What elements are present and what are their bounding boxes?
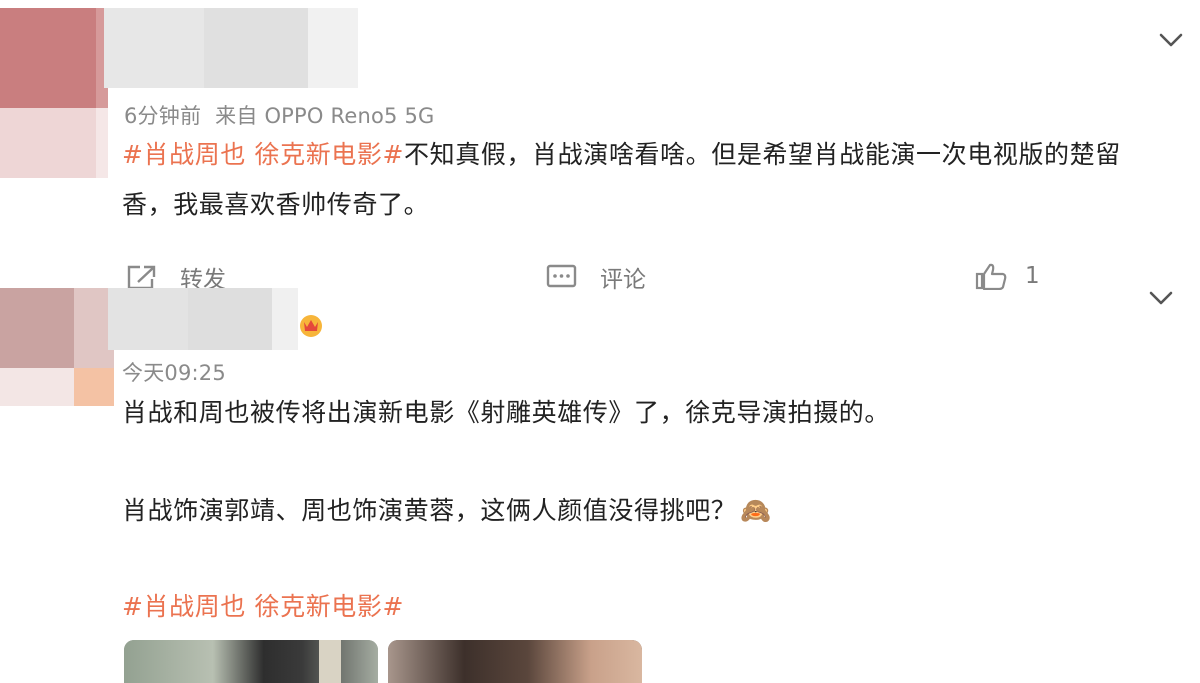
post-text-line-1: #肖战周也 徐克新电影#不知真假，肖战演啥看啥。但是希望肖战能演一次电视版的楚留 <box>122 130 1192 180</box>
username-blurred[interactable] <box>108 288 298 350</box>
comment-label: 评论 <box>600 267 646 293</box>
post-text-line-2: 肖战饰演郭靖、周也饰演黄蓉，这俩人颜值没得挑吧？ 🙈 <box>122 486 772 536</box>
post-text: #肖战周也 徐克新电影#不知真假，肖战演啥看啥。但是希望肖战能演一次电视版的楚留… <box>122 130 1192 230</box>
comment-icon <box>546 264 577 288</box>
crown-badge-icon <box>300 315 322 337</box>
chevron-down-icon[interactable] <box>1158 27 1184 53</box>
avatar[interactable] <box>0 8 108 178</box>
hashtag-link[interactable]: #肖战周也 徐克新电影# <box>122 582 404 632</box>
repost-icon <box>127 265 156 290</box>
chevron-down-icon[interactable] <box>1148 285 1174 311</box>
post-time: 6分钟前 <box>124 104 202 128</box>
thumbs-up-icon <box>975 263 1007 290</box>
like-button[interactable]: 1 <box>975 262 1040 290</box>
post-meta: 今天09:25 <box>122 357 226 387</box>
username-blurred[interactable] <box>104 8 358 88</box>
post-body: 不知真假，肖战演啥看啥。但是希望肖战能演一次电视版的楚留 <box>404 140 1121 169</box>
post-body: 肖战饰演郭靖、周也饰演黄蓉，这俩人颜值没得挑吧？ <box>122 496 737 525</box>
post-text-line-1: 肖战和周也被传将出演新电影《射雕英雄传》了，徐克导演拍摄的。 <box>122 398 891 427</box>
post-image-2[interactable] <box>388 640 642 683</box>
post-time: 今天09:25 <box>122 361 226 385</box>
like-count: 1 <box>1025 263 1040 289</box>
hashtag-link[interactable]: #肖战周也 徐克新电影# <box>122 140 404 169</box>
comment-button[interactable]: 评论 <box>546 260 646 294</box>
monkey-emoji: 🙈 <box>740 496 773 525</box>
post-image-1[interactable] <box>124 640 378 683</box>
post-source: 来自 OPPO Reno5 5G <box>215 104 435 128</box>
avatar[interactable] <box>0 288 114 406</box>
post-text-line-2: 香，我最喜欢香帅传奇了。 <box>122 190 430 219</box>
post-meta: 6分钟前 来自 OPPO Reno5 5G <box>124 100 435 130</box>
